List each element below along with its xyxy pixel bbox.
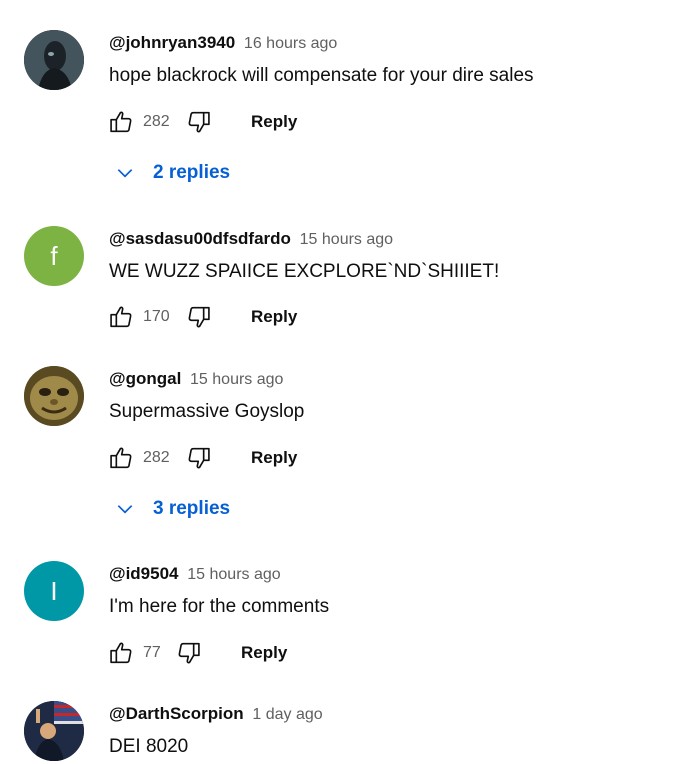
avatar-letter: f xyxy=(50,240,58,271)
dark-figure-avatar-image xyxy=(24,30,84,90)
thumb-down-icon xyxy=(188,111,210,133)
comment-header: @DarthScorpion 1 day ago xyxy=(109,703,323,726)
dislike-button[interactable] xyxy=(183,442,215,474)
like-count: 77 xyxy=(143,644,161,661)
comment-actions: 282 Reply xyxy=(105,106,297,138)
author-name[interactable]: @id9504 xyxy=(109,564,179,583)
thumb-up-icon xyxy=(110,306,132,328)
comment-text: Supermassive Goyslop xyxy=(109,401,305,422)
replies-label: 2 replies xyxy=(153,162,231,183)
comment-actions: 282 Reply xyxy=(105,442,297,474)
like-button[interactable] xyxy=(105,442,137,474)
thumb-up-icon xyxy=(110,447,132,469)
author-name[interactable]: @gongal xyxy=(109,369,181,388)
creature-avatar-image xyxy=(24,366,84,426)
comment-time[interactable]: 15 hours ago xyxy=(300,231,393,248)
thumb-down-icon xyxy=(188,306,210,328)
reply-button[interactable]: Reply xyxy=(251,307,297,327)
avatar-letter: I xyxy=(50,575,58,606)
comment-text: DEI 8020 xyxy=(109,736,189,757)
comment-time[interactable]: 15 hours ago xyxy=(187,566,280,583)
avatar[interactable] xyxy=(24,366,84,426)
comment-header: @johnryan3940 16 hours ago xyxy=(109,32,337,55)
comment-text: WE WUZZ SPAIICE EXCPLORE`ND`SHIIIET! xyxy=(109,261,500,282)
author-name[interactable]: @sasdasu00dfsdfardo xyxy=(109,229,291,248)
dislike-button[interactable] xyxy=(173,637,205,669)
view-replies-button[interactable]: 3 replies xyxy=(113,497,230,521)
reply-button[interactable]: Reply xyxy=(251,112,297,132)
replies-label: 3 replies xyxy=(153,498,231,519)
like-button[interactable] xyxy=(105,637,137,669)
thumb-down-icon xyxy=(188,447,210,469)
dislike-button[interactable] xyxy=(183,301,215,333)
comment-text: hope blackrock will compensate for your … xyxy=(109,65,534,86)
author-name[interactable]: @johnryan3940 xyxy=(109,33,235,52)
like-count: 282 xyxy=(143,449,170,466)
avatar[interactable]: I xyxy=(24,561,84,621)
comment-actions: 170 Reply xyxy=(105,301,297,333)
reply-button[interactable]: Reply xyxy=(241,643,287,663)
comment-time[interactable]: 1 day ago xyxy=(252,706,322,723)
dislike-button[interactable] xyxy=(183,106,215,138)
thumb-up-icon xyxy=(110,111,132,133)
like-button[interactable] xyxy=(105,301,137,333)
chevron-down-icon xyxy=(113,497,137,521)
thumb-up-icon xyxy=(110,642,132,664)
reply-button[interactable]: Reply xyxy=(251,448,297,468)
comment-time[interactable]: 15 hours ago xyxy=(190,371,283,388)
comment-time[interactable]: 16 hours ago xyxy=(244,35,337,52)
avatar[interactable] xyxy=(24,30,84,90)
comment-text: I'm here for the comments xyxy=(109,596,330,617)
comment-actions: 77 Reply xyxy=(105,637,287,669)
flag-photo-avatar-image xyxy=(24,701,84,761)
thumb-down-icon xyxy=(178,642,200,664)
avatar[interactable] xyxy=(24,701,84,761)
like-count: 170 xyxy=(143,308,170,325)
comment-header: @gongal 15 hours ago xyxy=(109,368,283,391)
comment-header: @sasdasu00dfsdfardo 15 hours ago xyxy=(109,228,393,251)
view-replies-button[interactable]: 2 replies xyxy=(113,161,230,185)
chevron-down-icon xyxy=(113,161,137,185)
avatar[interactable]: f xyxy=(24,226,84,286)
like-button[interactable] xyxy=(105,106,137,138)
author-name[interactable]: @DarthScorpion xyxy=(109,704,244,723)
like-count: 282 xyxy=(143,113,170,130)
comment-header: @id9504 15 hours ago xyxy=(109,563,281,586)
